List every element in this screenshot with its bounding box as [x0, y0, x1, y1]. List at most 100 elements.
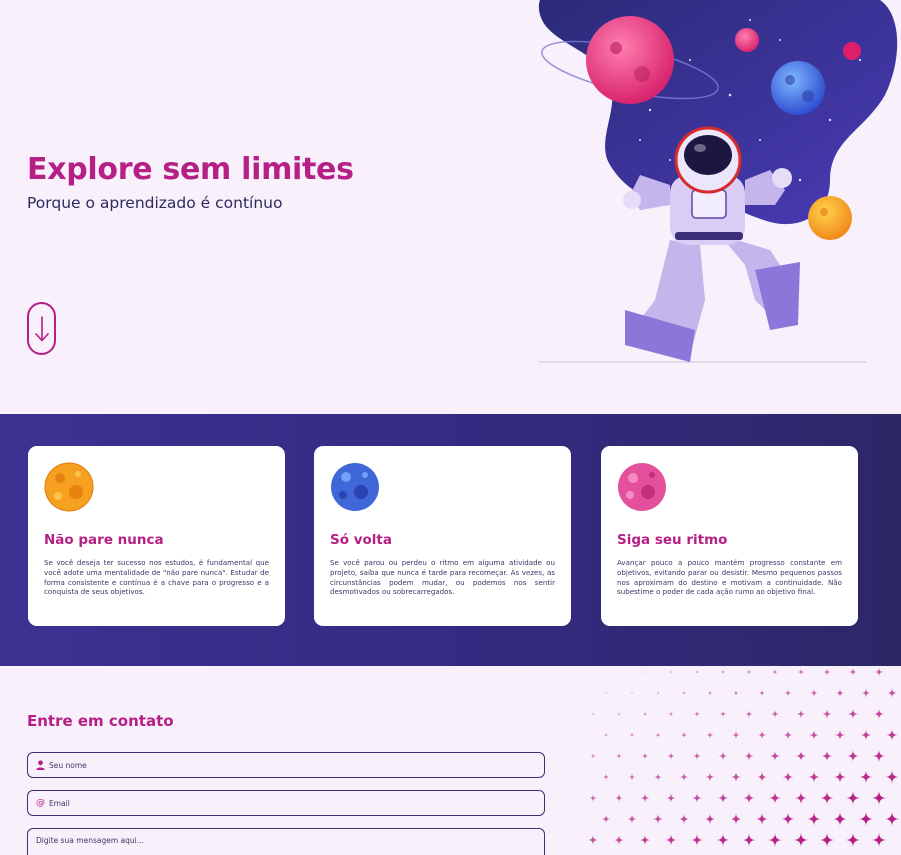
sparkle-decoration [729, 812, 743, 826]
scroll-down-button[interactable] [27, 302, 56, 355]
message-field[interactable] [27, 828, 545, 855]
email-input[interactable] [49, 798, 544, 808]
sparkle-decoration [618, 671, 620, 673]
sparkle-decoration [667, 752, 675, 760]
sparkle-decoration [628, 773, 636, 781]
sparkle-decoration [733, 690, 739, 696]
sparkle-decoration [590, 753, 596, 759]
sparkle-decoration [705, 772, 715, 782]
sparkle-decoration [821, 750, 833, 762]
sparkle-decoration [846, 749, 860, 763]
feature-card-so-volta: Só volta Se você parou ou perdeu o ritmo… [314, 446, 571, 626]
hero-section: Explore sem limites Porque o aprendizado… [0, 0, 901, 414]
sparkle-decoration [768, 791, 782, 805]
sparkle-decoration [758, 689, 766, 697]
sparkle-decoration [794, 791, 808, 805]
sparkle-decoration [643, 670, 647, 674]
contact-section: Entre em contato @ [0, 666, 901, 855]
sparkle-decoration [588, 835, 598, 845]
email-field[interactable]: @ [27, 790, 545, 816]
sparkle-decoration [741, 832, 757, 848]
sparkle-decoration [704, 813, 716, 825]
page-title: Explore sem limites [27, 152, 354, 187]
sparkle-decoration [860, 729, 872, 741]
sparkle-decoration [746, 669, 752, 675]
sparkle-decoration [601, 814, 611, 824]
sparkle-decoration [630, 691, 634, 695]
sparkle-decoration [822, 709, 832, 719]
sparkle-decoration [669, 670, 673, 674]
sparkle-decoration [810, 689, 818, 697]
sparkle-decoration [845, 790, 861, 806]
contact-title: Entre em contato [27, 712, 174, 730]
sparkle-decoration [847, 708, 859, 720]
sparkle-decoration [769, 750, 781, 762]
sparkle-decoration [832, 811, 848, 827]
sparkle-decoration [656, 691, 660, 695]
sparkle-decoration [784, 689, 792, 697]
sparkle-decoration [718, 751, 728, 761]
feature-card-siga-ritmo: Siga seu ritmo Avançar pouco a pouco man… [601, 446, 858, 626]
sparkle-decoration [614, 793, 624, 803]
sparkle-decoration [668, 711, 674, 717]
sparkle-decoration [833, 770, 847, 784]
sparkle-decoration [691, 792, 703, 804]
sparkle-decoration [602, 773, 610, 781]
sparkle-decoration [743, 792, 755, 804]
sparkle-decoration [666, 793, 676, 803]
sparkle-decoration [652, 813, 664, 825]
page-subtitle: Porque o aprendizado é contínuo [27, 194, 283, 212]
sparkle-decoration [873, 708, 885, 720]
sparkle-decoration [767, 832, 783, 848]
card-title: Não pare nunca [44, 532, 164, 548]
sparkle-decoration [884, 769, 900, 785]
sparkle-decoration [730, 771, 742, 783]
message-input[interactable] [36, 836, 544, 855]
sparkle-decoration [874, 667, 884, 677]
sparkle-decoration [604, 691, 608, 695]
sparkle-decoration [680, 731, 688, 739]
sparkle-decoration [797, 668, 805, 676]
sparkle-decoration [819, 832, 835, 848]
sparkle-decoration [707, 690, 713, 696]
sparkle-decoration [871, 790, 887, 806]
name-input[interactable] [49, 760, 544, 770]
sparkle-decoration [745, 710, 753, 718]
orange-planet-icon [44, 462, 94, 512]
sparkle-decoration [693, 710, 701, 718]
blue-planet-icon [331, 463, 379, 511]
sparkle-decoration [613, 834, 625, 846]
arrow-down-icon [34, 315, 49, 341]
sparkle-decoration [655, 732, 661, 738]
sparkle-decoration [615, 752, 623, 760]
sparkle-decoration [716, 833, 730, 847]
sparkle-decoration [808, 729, 820, 741]
sparkle-decoration [616, 711, 622, 717]
sparkle-decoration [641, 752, 649, 760]
sparkle-decoration [796, 709, 806, 719]
sparkle-decoration [806, 811, 822, 827]
sparkle-decoration [884, 811, 900, 827]
sparkle-decoration [755, 812, 769, 826]
sparkle-decoration [858, 811, 874, 827]
user-icon [36, 760, 45, 770]
sparkle-decoration [717, 792, 729, 804]
sparkle-decoration [845, 832, 861, 848]
sparkle-decoration [589, 794, 597, 802]
card-text: Se você parou ou perdeu o ritmo em algum… [330, 558, 555, 597]
name-field[interactable] [27, 752, 545, 778]
features-section: Não pare nunca Se você deseja ter sucess… [0, 414, 901, 666]
card-text: Se você deseja ter sucesso nos estudos, … [44, 558, 269, 597]
sparkle-decoration [732, 731, 740, 739]
sparkle-decoration [835, 688, 845, 698]
sparkle-decoration [771, 668, 779, 676]
at-sign-icon: @ [36, 798, 45, 808]
sparkle-decoration [871, 832, 887, 848]
sparkle-decoration [793, 832, 809, 848]
sparkle-decoration [834, 729, 846, 741]
sparkle-decoration [591, 712, 595, 716]
sparkle-pattern-decoration [588, 667, 900, 848]
sparkle-decoration [653, 772, 663, 782]
sparkle-decoration [639, 834, 651, 846]
sparkle-decoration [706, 731, 714, 739]
